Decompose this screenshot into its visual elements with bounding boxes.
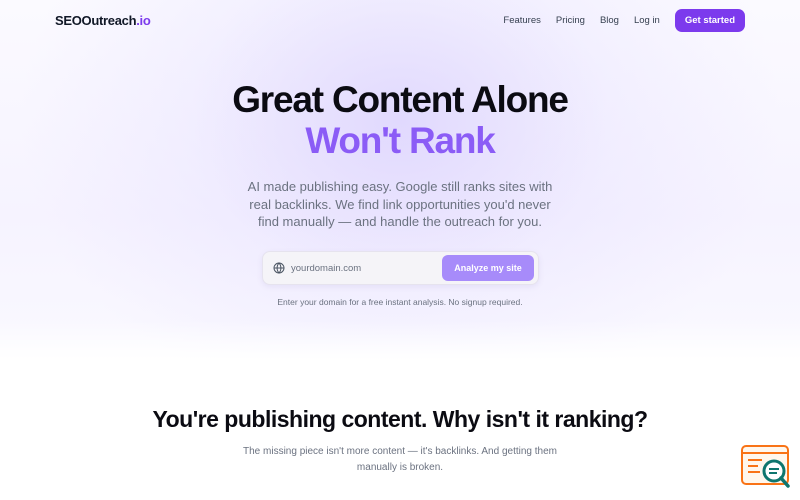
hero-title-line2: Won't Rank [305,120,496,161]
nav-link-login[interactable]: Log in [634,15,660,26]
nav-link-pricing[interactable]: Pricing [556,15,585,26]
get-started-button[interactable]: Get started [674,8,745,32]
brand-name: SEOOutreach [55,12,137,28]
problem-section-title: You're publishing content. Why isn't it … [152,406,648,432]
analyze-site-button[interactable]: Analyze my site [442,255,534,281]
brand-logo[interactable]: SEOOutreach.io [55,13,151,28]
search-chat-icon [741,445,790,488]
brand-tld: .io [136,12,151,28]
landing-page: SEOOutreach.io Features Pricing Blog Log… [0,0,800,500]
domain-analyze-form: Analyze my site [262,251,539,285]
search-chat-widget[interactable] [740,444,792,490]
hero-subtitle: AI made publishing easy. Google still ra… [247,179,553,229]
nav-links: Features Pricing Blog Log in Get started [503,8,745,32]
form-hint: Enter your domain for a free instant ana… [277,297,523,307]
nav-link-blog[interactable]: Blog [600,15,619,26]
globe-icon [273,262,285,274]
hero-title-line1: Great Content Alone [232,79,569,120]
top-nav: SEOOutreach.io Features Pricing Blog Log… [0,0,800,40]
domain-input[interactable] [291,262,442,274]
nav-link-features[interactable]: Features [503,15,541,26]
problem-section-subtitle: The missing piece isn't more content — i… [243,446,557,473]
